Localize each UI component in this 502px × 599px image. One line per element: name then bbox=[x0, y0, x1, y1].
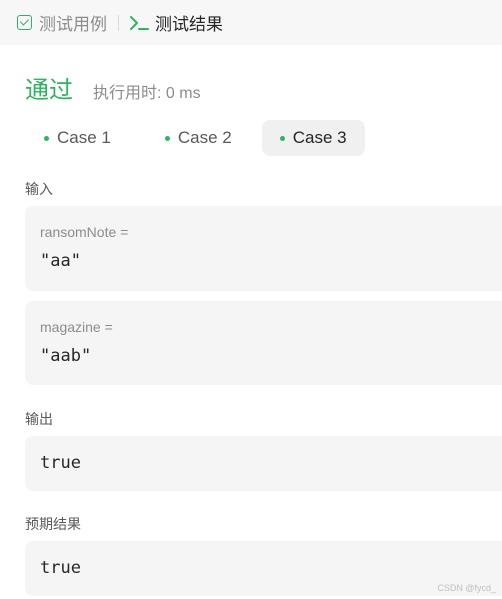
status-text: 通过 bbox=[25, 77, 73, 104]
case-tab-2[interactable]: Case 2 bbox=[147, 120, 250, 156]
watermark: CSDN @fycd_ bbox=[437, 583, 496, 593]
pass-dot-icon bbox=[164, 135, 170, 141]
case-tab-label: Case 3 bbox=[292, 128, 347, 147]
input-label: 输入 bbox=[25, 181, 53, 197]
param-value: "aab" bbox=[40, 346, 92, 366]
case-tabs: Case 1 Case 2 Case 3 bbox=[25, 120, 365, 156]
tab-test-result[interactable]: 测试结果 bbox=[129, 0, 223, 45]
expected-label: 预期结果 bbox=[25, 516, 81, 532]
param-value: "aa" bbox=[40, 251, 81, 271]
output-box: true bbox=[25, 436, 502, 491]
pass-dot-icon bbox=[44, 135, 49, 141]
tab-testcase-label: 测试用例 bbox=[39, 15, 107, 34]
tab-divider bbox=[118, 14, 119, 31]
output-value: true bbox=[40, 453, 81, 473]
checkbox-icon bbox=[17, 15, 32, 30]
output-label: 输出 bbox=[25, 411, 53, 427]
tab-test-result-label: 测试结果 bbox=[155, 15, 223, 34]
case-tab-label: Case 2 bbox=[177, 128, 232, 147]
input-param-magazine: magazine = "aab" bbox=[25, 301, 502, 385]
panel-tabbar: 测试用例 测试结果 bbox=[0, 0, 502, 45]
expected-box: true bbox=[25, 541, 502, 596]
param-name: magazine = bbox=[40, 319, 113, 335]
tab-testcase[interactable]: 测试用例 bbox=[17, 0, 107, 45]
pass-dot-icon bbox=[279, 135, 285, 141]
input-param-ransomnote: ransomNote = "aa" bbox=[25, 206, 502, 291]
case-tab-label: Case 1 bbox=[57, 128, 111, 147]
result-status-row: 通过 执行用时: 0 ms bbox=[25, 70, 201, 105]
terminal-icon bbox=[130, 15, 149, 30]
param-name: ransomNote = bbox=[40, 224, 129, 240]
runtime-text: 执行用时: 0 ms bbox=[93, 85, 201, 102]
expected-value: true bbox=[40, 558, 81, 578]
case-tab-1[interactable]: Case 1 bbox=[25, 120, 129, 156]
case-tab-3[interactable]: Case 3 bbox=[261, 120, 365, 156]
